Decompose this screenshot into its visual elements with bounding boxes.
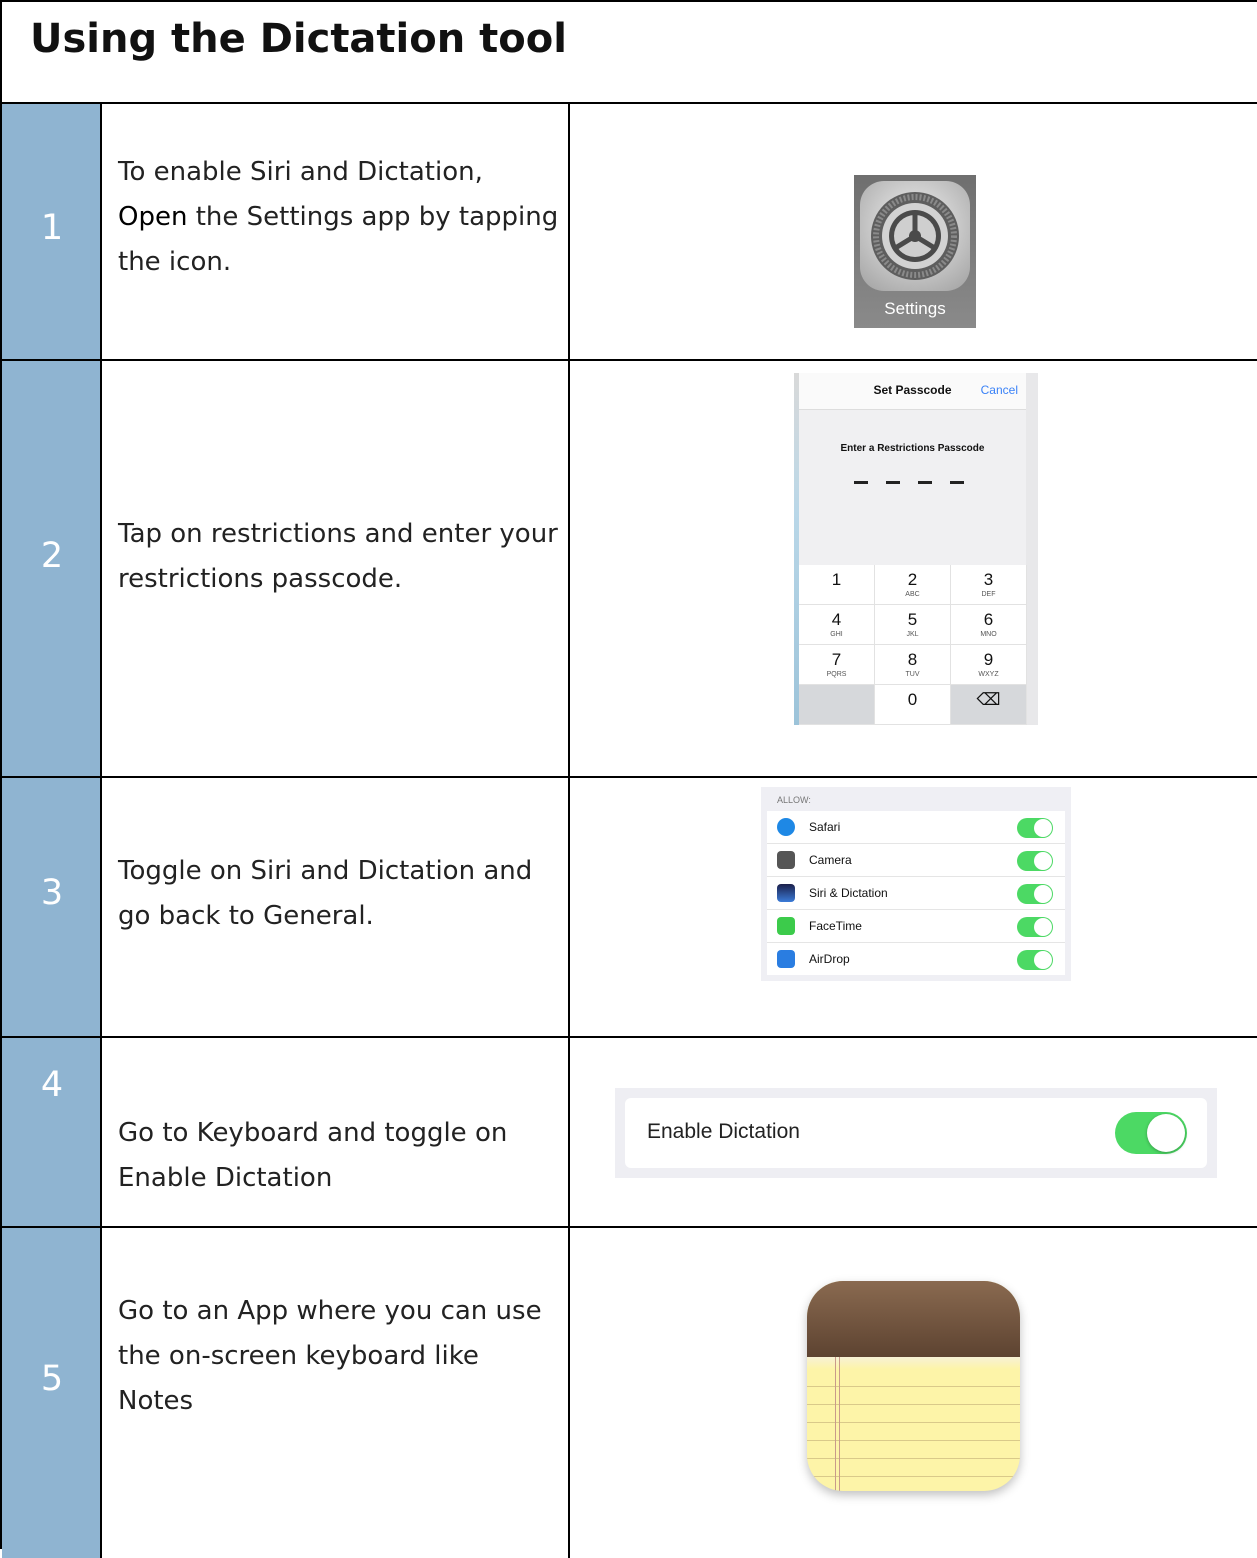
step-image-cell: Enable Dictation — [570, 1038, 1257, 1226]
facetime-icon — [777, 917, 795, 935]
title-row: Using the Dictation tool — [2, 2, 1257, 104]
cancel-button[interactable]: Cancel — [981, 383, 1018, 397]
page-title: Using the Dictation tool — [30, 16, 567, 62]
step-number: 2 — [40, 536, 64, 576]
step-row-2: 2 Tap on restrictions and enter your res… — [2, 361, 1257, 778]
passcode-dash — [950, 481, 964, 484]
step-row-3: 3 Toggle on Siri and Dictation and go ba… — [2, 778, 1257, 1038]
step-text: Toggle on Siri and Dictation and go back… — [118, 856, 533, 931]
allow-item-camera: Camera — [767, 844, 1065, 877]
allow-item-label: FaceTime — [809, 919, 862, 933]
step-text-cell: To enable Siri and Dictation, Open the S… — [102, 104, 570, 359]
step-row-4: 4 Go to Keyboard and toggle on Enable Di… — [2, 1038, 1257, 1228]
step-number-cell: 1 — [2, 104, 102, 359]
safari-icon — [777, 818, 795, 836]
keypad-key-2[interactable]: 2 ABC — [875, 565, 951, 605]
step-row-1: 1 To enable Siri and Dictation, Open the… — [2, 104, 1257, 361]
allow-items: Safari Camera Siri & Dictation FaceTime … — [767, 811, 1065, 975]
delete-key-icon[interactable]: ⌫ — [951, 685, 1027, 725]
passcode-dash — [886, 481, 900, 484]
step-number: 1 — [40, 208, 64, 248]
step-text-cell: Go to an App where you can use the on-sc… — [102, 1228, 570, 1558]
step-image-cell: ALLOW: Safari Camera Siri & Dictation Fa… — [570, 778, 1257, 1036]
keypad-key-7[interactable]: 7 PQRS — [799, 645, 875, 685]
airdrop-icon — [777, 950, 795, 968]
dictation-guide-table: Using the Dictation tool 1 To enable Sir… — [0, 0, 1257, 1558]
allow-item-label: Safari — [809, 820, 841, 834]
allow-item-label: Siri & Dictation — [809, 886, 888, 900]
keypad-key-5[interactable]: 5 JKL — [875, 605, 951, 645]
step-text-cell: Tap on restrictions and enter your restr… — [102, 361, 570, 776]
siri-icon — [777, 884, 795, 902]
keypad-key-3[interactable]: 3 DEF — [951, 565, 1027, 605]
step-text: Go to an App where you can use the on-sc… — [118, 1296, 542, 1416]
passcode-dash — [918, 481, 932, 484]
airdrop-toggle[interactable] — [1017, 950, 1053, 970]
settings-app-tile: Settings — [854, 175, 976, 328]
step-number-cell: 5 — [2, 1228, 102, 1558]
step-text: Go to Keyboard and toggle on Enable Dict… — [118, 1118, 508, 1193]
step-row-5: 5 Go to an App where you can use the on-… — [2, 1228, 1257, 1558]
step-text: Tap on restrictions and enter your restr… — [118, 519, 558, 594]
enable-dictation-card: Enable Dictation — [625, 1098, 1207, 1168]
siri-dictation-toggle[interactable] — [1017, 884, 1053, 904]
allow-item-safari: Safari — [767, 811, 1065, 844]
keypad-key-0[interactable]: 0 — [875, 685, 951, 725]
allow-item-siri: Siri & Dictation — [767, 877, 1065, 910]
step-text-highlight: Open — [118, 202, 188, 232]
settings-label: Settings — [884, 299, 946, 318]
step-number-cell: 4 — [2, 1038, 102, 1226]
step-text-cell: Go to Keyboard and toggle on Enable Dict… — [102, 1038, 570, 1226]
allow-item-label: AirDrop — [809, 952, 850, 966]
passcode-dash — [854, 481, 868, 484]
passcode-header: Set Passcode Cancel — [799, 373, 1026, 410]
step-text-part: To enable Siri and Dictation, — [118, 157, 483, 187]
step-number-cell: 3 — [2, 778, 102, 1036]
step-text-cell: Toggle on Siri and Dictation and go back… — [102, 778, 570, 1036]
allow-item-airdrop: AirDrop — [767, 943, 1065, 975]
keypad-key-6[interactable]: 6 MNO — [951, 605, 1027, 645]
step-text: To enable Siri and Dictation, Open the S… — [118, 150, 560, 285]
keypad-key-9[interactable]: 9 WXYZ — [951, 645, 1027, 685]
gear-icon — [860, 181, 970, 291]
enable-dictation-toggle[interactable] — [1115, 1112, 1187, 1154]
enable-dictation-label: Enable Dictation — [647, 1120, 800, 1143]
keypad-key-1[interactable]: 1 — [799, 565, 875, 605]
keypad-key-4[interactable]: 4 GHI — [799, 605, 875, 645]
keypad-blank-key — [799, 685, 875, 725]
step-number: 5 — [40, 1359, 64, 1399]
safari-toggle[interactable] — [1017, 818, 1053, 838]
keypad-key-8[interactable]: 8 TUV — [875, 645, 951, 685]
notes-app-icon — [807, 1281, 1020, 1491]
background-strip — [1026, 373, 1038, 725]
allow-header: ALLOW: — [777, 795, 811, 805]
passcode-prompt: Enter a Restrictions Passcode — [840, 443, 985, 454]
step-image-cell: Set Passcode Cancel Enter a Restrictions… — [570, 361, 1257, 776]
passcode-keypad: 1 2 ABC 3 DEF 4 GHI 5 JKL 6 MNO 7 PQRS 8 TUV 9W… — [799, 565, 1027, 725]
step-number: 4 — [40, 1065, 64, 1105]
step-image-cell: Settings — [570, 104, 1257, 359]
camera-icon — [777, 851, 795, 869]
camera-toggle[interactable] — [1017, 851, 1053, 871]
allow-item-label: Camera — [809, 853, 852, 867]
enable-dictation-setting: Enable Dictation — [615, 1088, 1217, 1178]
passcode-screenshot: Set Passcode Cancel Enter a Restrictions… — [794, 373, 1038, 725]
step-number-cell: 2 — [2, 361, 102, 776]
step-image-cell — [570, 1228, 1257, 1558]
step-number: 3 — [40, 873, 64, 913]
restrictions-allow-list: ALLOW: Safari Camera Siri & Dictation Fa… — [761, 787, 1071, 981]
allow-item-facetime: FaceTime — [767, 910, 1065, 943]
facetime-toggle[interactable] — [1017, 917, 1053, 937]
